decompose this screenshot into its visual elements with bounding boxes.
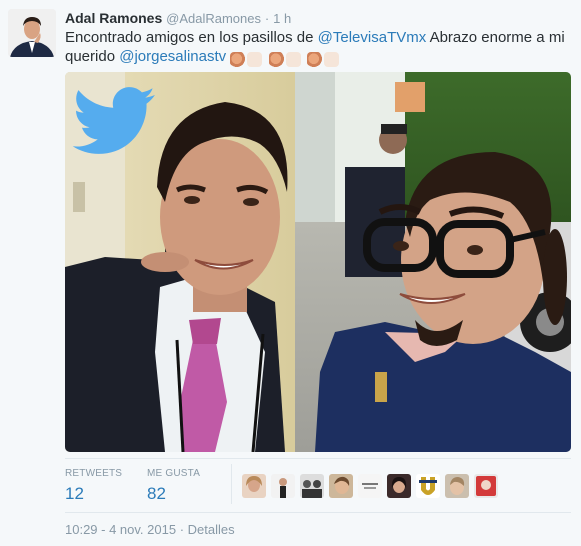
author-handle[interactable]: @AdalRamones <box>166 11 261 26</box>
retweets-label: RETWEETS <box>65 468 123 479</box>
retweets-count: 12 <box>65 484 84 503</box>
tweet-text: Encontrado amigos en los pasillos de @Te… <box>65 28 570 68</box>
emoji-modifier-icon <box>247 51 263 67</box>
retweets-stat[interactable]: RETWEETS 12 <box>65 467 122 504</box>
author-name[interactable]: Adal Ramones <box>65 10 162 26</box>
tweet: Adal Ramones @AdalRamones · 1 h Encontra… <box>0 0 581 546</box>
emoji-modifier-icon <box>285 51 301 67</box>
liker-avatar[interactable] <box>358 474 382 498</box>
tweet-photo[interactable] <box>65 72 571 452</box>
tweet-footer: 10:29 - 4 nov. 2015 · Detalles <box>65 522 235 537</box>
liker-avatar[interactable] <box>387 474 411 498</box>
liker-avatar[interactable] <box>445 474 469 498</box>
footer-divider <box>65 512 571 513</box>
details-link[interactable]: Detalles <box>188 522 235 537</box>
emoji-modifier-icon <box>323 51 339 67</box>
likes-stat[interactable]: ME GUSTA 82 <box>147 467 200 504</box>
author-avatar[interactable] <box>8 9 56 57</box>
clapping-hands-icon <box>268 51 284 67</box>
mention-jorgesalinastv[interactable]: @jorgesalinastv <box>119 48 226 65</box>
likes-label: ME GUSTA <box>147 468 201 479</box>
footer-separator: · <box>179 522 185 537</box>
likes-count: 82 <box>147 484 166 503</box>
tweet-text-part-1: Encontrado amigos en los pasillos de <box>65 29 318 46</box>
mention-televisatvmx[interactable]: @TelevisaTVmx <box>318 29 427 46</box>
stats-separator <box>231 464 232 504</box>
tweet-timestamp[interactable]: 10:29 - 4 nov. 2015 <box>65 522 176 537</box>
liker-avatar[interactable] <box>271 474 295 498</box>
liker-avatar[interactable] <box>416 474 440 498</box>
tweet-time-ago[interactable]: 1 h <box>273 11 291 26</box>
clapping-hands-icon <box>230 51 246 67</box>
liker-avatar[interactable] <box>474 474 498 498</box>
liker-avatar[interactable] <box>300 474 324 498</box>
stats-divider <box>65 458 571 459</box>
liker-avatar[interactable] <box>242 474 266 498</box>
tweet-header: Adal Ramones @AdalRamones · 1 h <box>65 9 575 28</box>
emoji-group <box>230 49 340 68</box>
likers-avatars <box>242 474 503 498</box>
clapping-hands-icon <box>306 51 322 67</box>
liker-avatar[interactable] <box>329 474 353 498</box>
header-separator: · <box>264 11 270 26</box>
